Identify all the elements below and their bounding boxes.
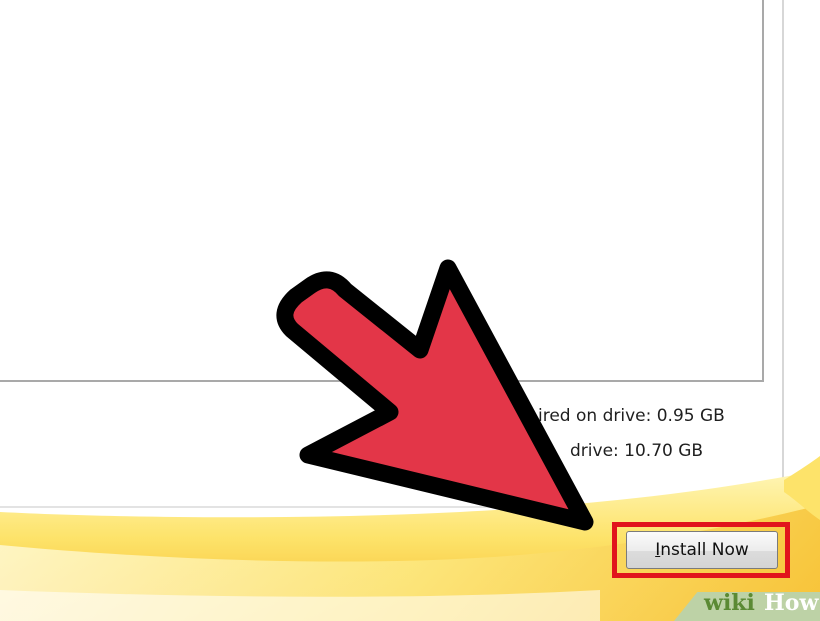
watermark-how-text: How	[764, 590, 819, 616]
install-now-button[interactable]: Install Now	[626, 531, 778, 569]
watermark-wiki-text: wiki	[704, 590, 755, 616]
install-button-label: nstall Now	[660, 540, 749, 560]
